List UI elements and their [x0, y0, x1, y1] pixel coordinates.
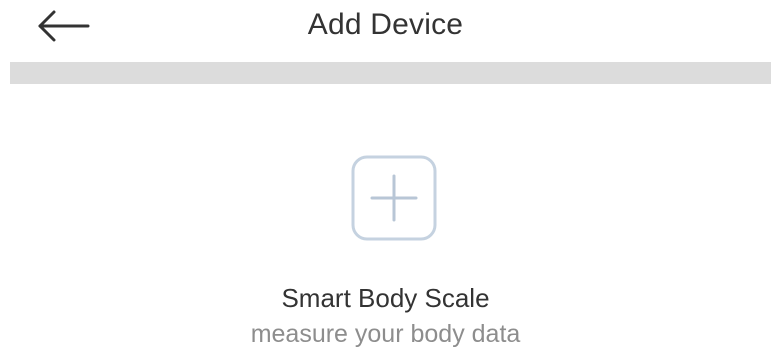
device-description: measure your body data: [250, 320, 521, 348]
device-name: Smart Body Scale: [281, 283, 490, 313]
add-device-screen: Add Device Smart Body Scale measure your…: [0, 0, 771, 354]
section-divider: [10, 62, 771, 84]
page-title: Add Device: [307, 8, 464, 41]
plus-icon: [351, 155, 437, 241]
header-bar: Add Device: [0, 0, 771, 60]
add-device-button[interactable]: [351, 155, 437, 241]
